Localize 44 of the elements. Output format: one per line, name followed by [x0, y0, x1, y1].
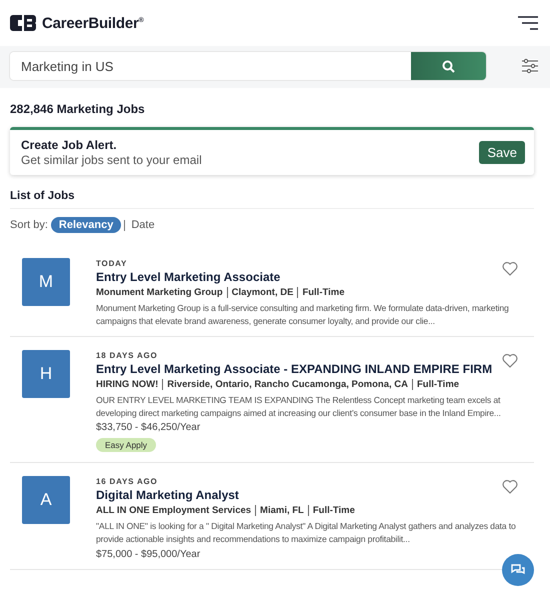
- sort-option[interactable]: Relevancy: [50, 217, 122, 233]
- sort-option[interactable]: Date: [128, 217, 158, 233]
- company-avatar: A: [22, 476, 70, 524]
- company-name: Monument Marketing Group: [96, 287, 223, 298]
- logo-icon: [10, 15, 36, 31]
- posted-date: 16 DAYS AGO: [96, 477, 159, 486]
- chat-icon: [510, 563, 526, 577]
- job-location: Miami, FL: [255, 505, 304, 516]
- search-icon: [442, 60, 455, 72]
- posted-date: TODAY: [96, 259, 128, 268]
- alert-title: Create Job Alert.: [21, 138, 118, 152]
- job-title[interactable]: Digital Marketing Analyst: [96, 488, 532, 502]
- posted-date: 18 DAYS AGO: [96, 351, 159, 360]
- job-type: Full-Time: [297, 287, 344, 298]
- job-title[interactable]: Entry Level Marketing Associate: [96, 270, 532, 284]
- salary: $75,000 - $95,000/Year: [96, 548, 202, 560]
- sort-label: Sort by:: [10, 219, 48, 231]
- list-heading: List of Jobs: [10, 190, 534, 209]
- save-job-button[interactable]: [502, 479, 518, 494]
- job-description: "ALL IN ONE" is looking for a " Digital Marketing Analyst" A Digital Marketing Analyst gathers and analyzes data to provide actionable insights and recommendations to maximize campaign profitabilit...: [96, 520, 517, 546]
- save-button[interactable]: Save: [479, 141, 525, 164]
- company-name: HIRING NOW!: [96, 379, 158, 390]
- results-count: 282,846 Marketing Jobs: [10, 102, 146, 116]
- job-type: Full-Time: [412, 379, 460, 390]
- job-description: Monument Marketing Group is a full-service consulting and marketing firm. We formulate data-driven, marketing campaigns that elevate brand awareness, generate consumer loyalty, and provide our clie...: [96, 302, 510, 328]
- job-location: Claymont, DE: [226, 287, 294, 298]
- job-title[interactable]: Entry Level Marketing Associate - EXPANDING INLAND EMPIRE FIRM: [96, 362, 532, 376]
- save-job-button[interactable]: [502, 261, 518, 276]
- alert-subtitle: Get similar jobs sent to your email: [21, 153, 202, 167]
- easy-apply-badge: Easy Apply: [96, 438, 156, 452]
- job-type: Full-Time: [308, 505, 355, 516]
- company-name: ALL IN ONE Employment Services: [96, 505, 252, 516]
- save-job-button[interactable]: [502, 353, 518, 368]
- brand-name[interactable]: CareerBuilder$^{®}$: [42, 14, 144, 32]
- salary: $33,750 - $46,250/Year: [96, 422, 202, 434]
- search-field[interactable]: Marketing in US: [10, 52, 411, 80]
- search-button[interactable]: [411, 52, 486, 80]
- company-avatar: H: [22, 350, 70, 398]
- filter-icon[interactable]: [522, 58, 538, 74]
- job-location: Riverside, Ontario, Rancho Cucamonga, Pomona, CA: [162, 379, 408, 390]
- job-description: OUR ENTRY LEVEL MARKETING TEAM IS EXPANDING The Relentless Concept marketing team excels at developing direct marketing campaigns aimed at increasing our client’s consumer base in the Inland Empire...: [96, 394, 502, 420]
- company-avatar: M: [22, 258, 70, 306]
- chat-button[interactable]: [502, 554, 534, 586]
- menu-button[interactable]: [516, 15, 538, 31]
